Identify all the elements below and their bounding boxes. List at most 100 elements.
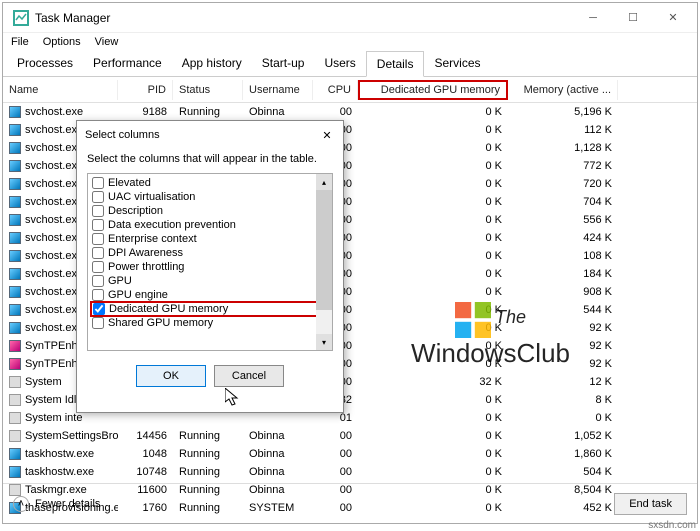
process-icon bbox=[9, 412, 21, 424]
col-status[interactable]: Status bbox=[173, 80, 243, 100]
table-row[interactable]: svchost.exe9188RunningObinna000 K5,196 K bbox=[3, 103, 697, 121]
cell-mem: 184 K bbox=[508, 267, 618, 281]
cell-status: Running bbox=[173, 429, 243, 443]
cell-gpu: 0 K bbox=[358, 141, 508, 155]
cell-gpu: 0 K bbox=[358, 429, 508, 443]
col-memory[interactable]: Memory (active ... bbox=[508, 80, 618, 100]
checkbox[interactable] bbox=[92, 219, 104, 231]
menu-options[interactable]: Options bbox=[43, 36, 81, 48]
process-name: svchost.exe bbox=[25, 286, 83, 298]
table-row[interactable]: SystemSettingsBroke...14456RunningObinna… bbox=[3, 427, 697, 445]
checkbox[interactable] bbox=[93, 303, 105, 315]
maximize-button[interactable]: ☐ bbox=[613, 4, 653, 32]
end-task-button[interactable]: End task bbox=[614, 493, 687, 515]
column-option-description[interactable]: Description bbox=[90, 204, 330, 218]
tab-start-up[interactable]: Start-up bbox=[252, 51, 315, 76]
column-option-gpu[interactable]: GPU bbox=[90, 274, 330, 288]
column-option-gpu-engine[interactable]: GPU engine bbox=[90, 288, 330, 302]
checkbox[interactable] bbox=[92, 275, 104, 287]
tab-details[interactable]: Details bbox=[366, 51, 425, 77]
menu-file[interactable]: File bbox=[11, 36, 29, 48]
tab-processes[interactable]: Processes bbox=[7, 51, 83, 76]
checkbox[interactable] bbox=[92, 205, 104, 217]
scroll-down-icon[interactable]: ▾ bbox=[316, 334, 332, 350]
cell-mem: 908 K bbox=[508, 285, 618, 299]
process-icon bbox=[9, 214, 21, 226]
checkbox[interactable] bbox=[92, 177, 104, 189]
process-name: svchost.exe bbox=[25, 124, 83, 136]
column-option-dedicated-gpu-memory[interactable]: Dedicated GPU memory bbox=[90, 301, 330, 317]
process-name: svchost.exe bbox=[25, 304, 83, 316]
option-label: Power throttling bbox=[108, 261, 184, 273]
tab-users[interactable]: Users bbox=[314, 51, 365, 76]
col-dedicated-gpu-memory[interactable]: Dedicated GPU memory bbox=[358, 80, 508, 100]
tabs: ProcessesPerformanceApp historyStart-upU… bbox=[3, 51, 697, 77]
cancel-button[interactable]: Cancel bbox=[214, 365, 284, 387]
column-option-uac-virtualisation[interactable]: UAC virtualisation bbox=[90, 190, 330, 204]
cell-status bbox=[173, 417, 243, 419]
cell-mem: 504 K bbox=[508, 465, 618, 479]
cell-user: Obinna bbox=[243, 447, 313, 461]
cell-gpu: 0 K bbox=[358, 249, 508, 263]
column-option-shared-gpu-memory[interactable]: Shared GPU memory bbox=[90, 316, 330, 330]
process-name: svchost.exe bbox=[25, 250, 83, 262]
menu-view[interactable]: View bbox=[95, 36, 119, 48]
column-option-elevated[interactable]: Elevated bbox=[90, 176, 330, 190]
column-option-dpi-awareness[interactable]: DPI Awareness bbox=[90, 246, 330, 260]
column-option-data-execution-prevention[interactable]: Data execution prevention bbox=[90, 218, 330, 232]
cell-user: Obinna bbox=[243, 429, 313, 443]
cell-gpu: 0 K bbox=[358, 465, 508, 479]
col-cpu[interactable]: CPU bbox=[313, 80, 358, 100]
checkbox[interactable] bbox=[92, 261, 104, 273]
checkbox[interactable] bbox=[92, 233, 104, 245]
option-label: DPI Awareness bbox=[108, 247, 183, 259]
cell-mem: 1,052 K bbox=[508, 429, 618, 443]
col-name[interactable]: Name bbox=[3, 80, 118, 100]
tab-performance[interactable]: Performance bbox=[83, 51, 172, 76]
cell-cpu: 00 bbox=[313, 105, 358, 119]
dialog-title: Select columns bbox=[85, 129, 160, 141]
dialog-close-button[interactable]: ✕ bbox=[319, 127, 335, 143]
scroll-thumb[interactable] bbox=[316, 190, 332, 310]
option-label: Elevated bbox=[108, 177, 151, 189]
ok-button[interactable]: OK bbox=[136, 365, 206, 387]
cell-mem: 108 K bbox=[508, 249, 618, 263]
close-button[interactable]: ✕ bbox=[653, 4, 693, 32]
checkbox[interactable] bbox=[92, 289, 104, 301]
column-option-power-throttling[interactable]: Power throttling bbox=[90, 260, 330, 274]
option-label: Shared GPU memory bbox=[108, 317, 213, 329]
cell-mem: 112 K bbox=[508, 123, 618, 137]
checkbox[interactable] bbox=[92, 191, 104, 203]
process-icon bbox=[9, 160, 21, 172]
windows-logo-icon bbox=[455, 302, 491, 338]
process-name: svchost.exe bbox=[25, 214, 83, 226]
process-name: svchost.exe bbox=[25, 232, 83, 244]
col-username[interactable]: Username bbox=[243, 80, 313, 100]
option-label: Description bbox=[108, 205, 163, 217]
tab-services[interactable]: Services bbox=[424, 51, 490, 76]
process-name: svchost.exe bbox=[25, 142, 83, 154]
fewer-details-button[interactable]: ˄ Fewer details bbox=[13, 496, 100, 512]
cell-mem: 12 K bbox=[508, 375, 618, 389]
cell-gpu: 0 K bbox=[358, 411, 508, 425]
tab-app-history[interactable]: App history bbox=[172, 51, 252, 76]
table-row[interactable]: taskhostw.exe10748RunningObinna000 K504 … bbox=[3, 463, 697, 481]
process-name: svchost.exe bbox=[25, 178, 83, 190]
scrollbar[interactable]: ▴ ▾ bbox=[316, 174, 332, 350]
checkbox[interactable] bbox=[92, 247, 104, 259]
table-row[interactable]: taskhostw.exe1048RunningObinna000 K1,860… bbox=[3, 445, 697, 463]
cell-mem: 720 K bbox=[508, 177, 618, 191]
column-list: ElevatedUAC virtualisationDescriptionDat… bbox=[87, 173, 333, 351]
column-option-enterprise-context[interactable]: Enterprise context bbox=[90, 232, 330, 246]
cell-cpu: 01 bbox=[313, 411, 358, 425]
minimize-button[interactable]: ─ bbox=[573, 4, 613, 32]
process-icon bbox=[9, 178, 21, 190]
col-pid[interactable]: PID bbox=[118, 80, 173, 100]
scroll-up-icon[interactable]: ▴ bbox=[316, 174, 332, 190]
process-icon bbox=[9, 322, 21, 334]
process-icon bbox=[9, 430, 21, 442]
cell-mem: 0 K bbox=[508, 411, 618, 425]
checkbox[interactable] bbox=[92, 317, 104, 329]
cell-gpu: 0 K bbox=[358, 123, 508, 137]
cell-cpu: 00 bbox=[313, 447, 358, 461]
